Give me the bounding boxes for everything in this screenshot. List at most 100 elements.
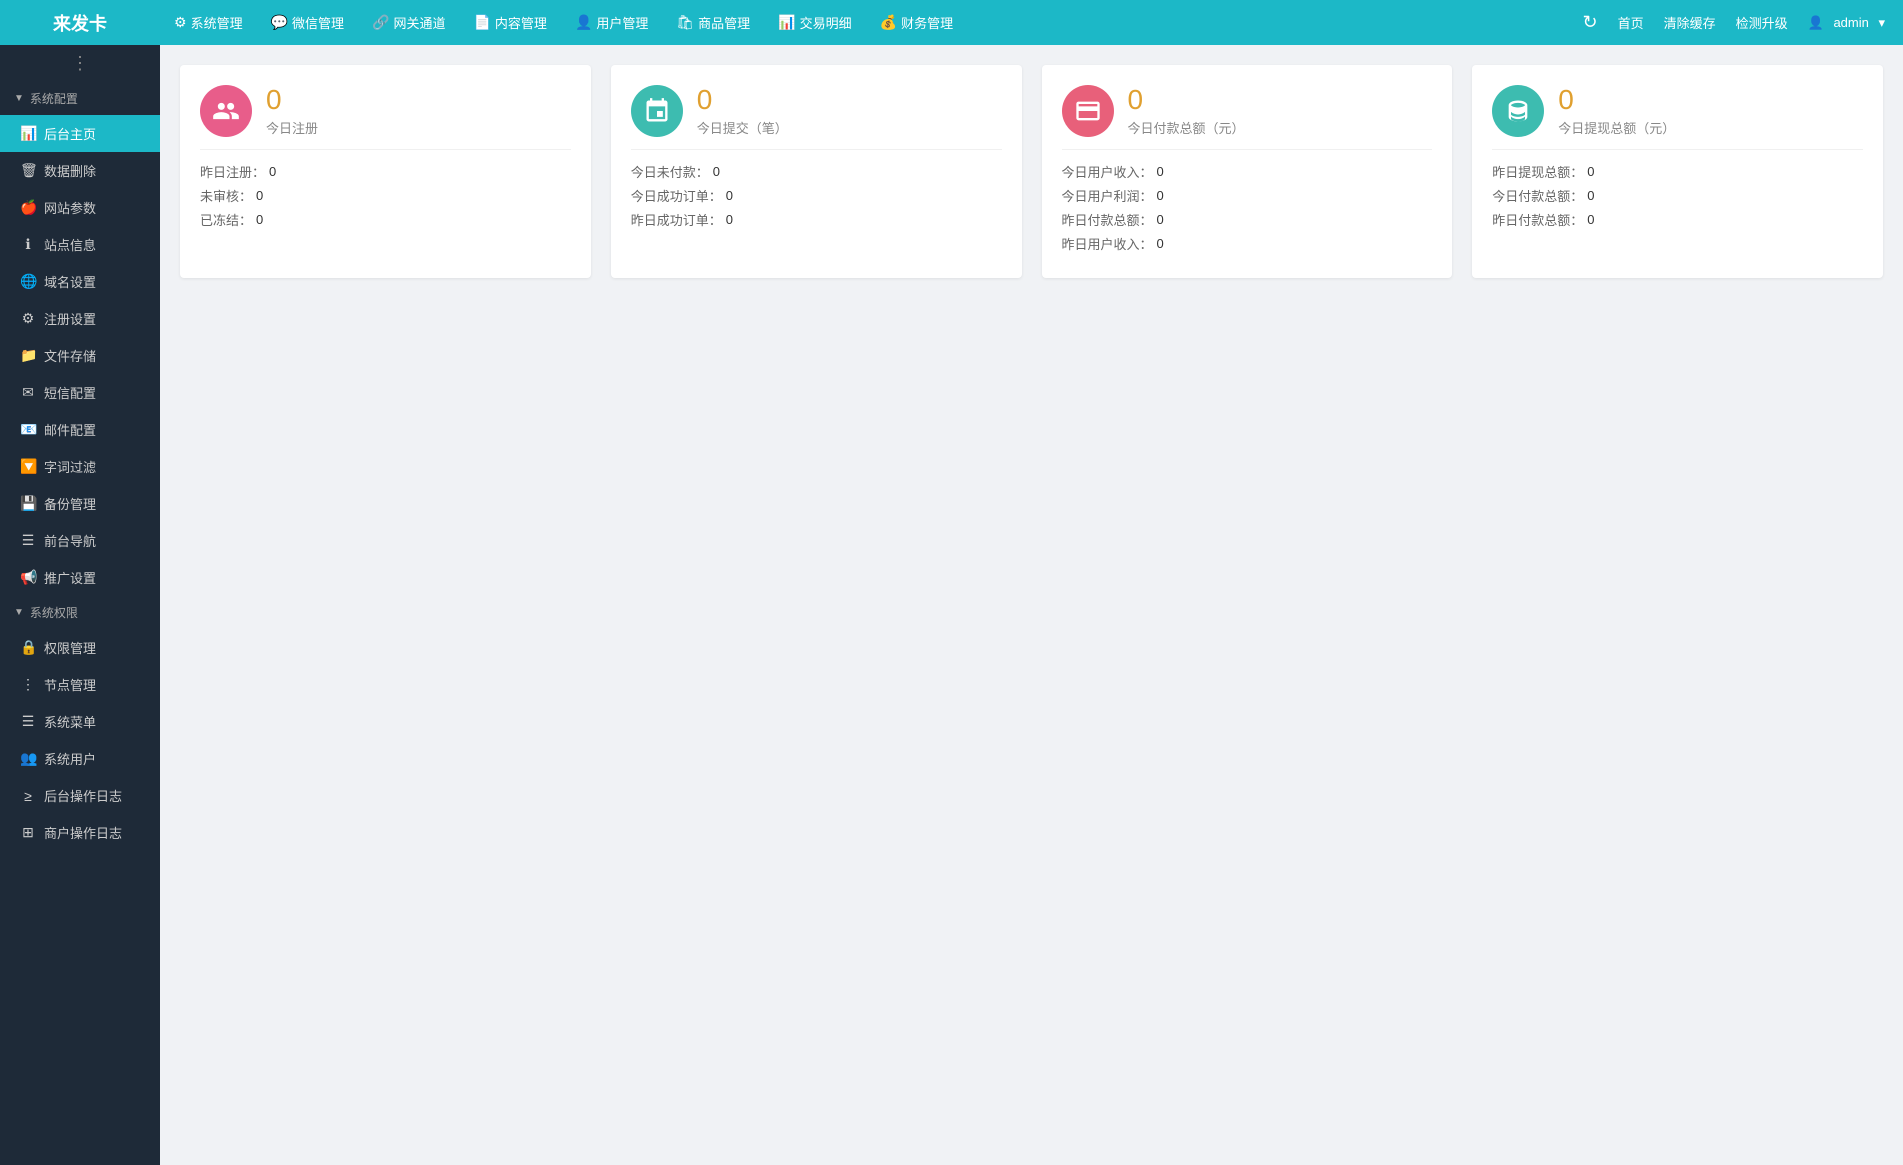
detail-label: 昨日付款总额： xyxy=(1062,210,1153,229)
sidebar-label-file-storage: 文件存储 xyxy=(44,346,96,365)
layout: ⋮ ▼ 系统配置 📊后台主页🗑数据删除🍎网站参数ℹ站点信息🌐域名设置⚙注册设置📁… xyxy=(0,45,1903,1165)
sidebar-label-backend-log: 后台操作日志 xyxy=(44,786,122,805)
nav-item-finance-mgmt[interactable]: 💰财务管理 xyxy=(866,0,967,45)
sidebar-label-promo-settings: 推广设置 xyxy=(44,568,96,587)
sidebar: ⋮ ▼ 系统配置 📊后台主页🗑数据删除🍎网站参数ℹ站点信息🌐域名设置⚙注册设置📁… xyxy=(0,45,160,1165)
nav-item-gateway[interactable]: 🔗网关通道 xyxy=(358,0,459,45)
detail-label: 今日用户收入： xyxy=(1062,162,1153,181)
sidebar-item-merchant-log[interactable]: ⊞商户操作日志 xyxy=(0,814,160,851)
sidebar-item-permission-mgmt[interactable]: 🔒权限管理 xyxy=(0,629,160,666)
sidebar-item-backend-log[interactable]: ≥后台操作日志 xyxy=(0,777,160,814)
detail-value: 0 xyxy=(1587,188,1594,203)
stat-count-today-payment: 0 xyxy=(1128,86,1245,114)
sidebar-item-word-filter[interactable]: 🔽字词过滤 xyxy=(0,448,160,485)
sidebar-label-sys-menu: 系统菜单 xyxy=(44,712,96,731)
stat-details-today-withdraw: 昨日提现总额： 0 今日付款总额： 0 昨日付款总额： 0 xyxy=(1492,162,1863,229)
stat-count-today-submit: 0 xyxy=(697,86,788,114)
sidebar-item-site-params[interactable]: 🍎网站参数 xyxy=(0,189,160,226)
detail-value: 0 xyxy=(1157,212,1164,227)
sidebar-item-sys-user[interactable]: 👥系统用户 xyxy=(0,740,160,777)
detail-row: 昨日提现总额： 0 xyxy=(1492,162,1863,181)
card-divider-today-withdraw xyxy=(1492,149,1863,150)
sidebar-label-front-nav: 前台导航 xyxy=(44,531,96,550)
nav-item-system-mgmt[interactable]: ⚙系统管理 xyxy=(160,0,257,45)
nav-items: ⚙系统管理💬微信管理🔗网关通道📄内容管理👤用户管理🛍商品管理📊交易明细💰财务管理 xyxy=(160,0,1564,45)
nav-label-user-mgmt: 用户管理 xyxy=(596,13,648,32)
sidebar-icon-sys-user: 👥 xyxy=(20,750,36,767)
sidebar-label-mail-config: 邮件配置 xyxy=(44,420,96,439)
nav-item-user-mgmt[interactable]: 👤用户管理 xyxy=(561,0,662,45)
nav-item-product-mgmt[interactable]: 🛍商品管理 xyxy=(662,0,764,45)
sidebar-group-sysperm[interactable]: ▼ 系统权限 xyxy=(0,596,160,629)
sidebar-item-promo-settings[interactable]: 📢推广设置 xyxy=(0,559,160,596)
sidebar-item-file-storage[interactable]: 📁文件存储 xyxy=(0,337,160,374)
sidebar-item-dashboard[interactable]: 📊后台主页 xyxy=(0,115,160,152)
sidebar-item-backup-mgmt[interactable]: 💾备份管理 xyxy=(0,485,160,522)
sidebar-item-sms-config[interactable]: ✉短信配置 xyxy=(0,374,160,411)
sidebar-label-node-mgmt: 节点管理 xyxy=(44,675,96,694)
detail-row: 已冻结： 0 xyxy=(200,210,571,229)
sidebar-item-node-mgmt[interactable]: ⋮节点管理 xyxy=(0,666,160,703)
detect-upgrade-button[interactable]: 检测升级 xyxy=(1730,9,1794,36)
detail-label: 昨日注册： xyxy=(200,162,265,181)
detail-row: 昨日付款总额： 0 xyxy=(1062,210,1433,229)
card-header-today-submit: 0 今日提交（笔） xyxy=(631,85,1002,137)
detail-value: 0 xyxy=(1587,212,1594,227)
detail-value: 0 xyxy=(269,164,276,179)
sidebar-item-domain-settings[interactable]: 🌐域名设置 xyxy=(0,263,160,300)
stat-title-today-payment: 今日付款总额（元） xyxy=(1128,118,1245,137)
detail-row: 昨日注册： 0 xyxy=(200,162,571,181)
sidebar-label-merchant-log: 商户操作日志 xyxy=(44,823,122,842)
detail-value: 0 xyxy=(1157,164,1164,179)
nav-icon-finance-mgmt: 💰 xyxy=(880,14,897,31)
sidebar-label-dashboard: 后台主页 xyxy=(44,124,96,143)
sidebar-dots[interactable]: ⋮ xyxy=(0,45,160,82)
nav-item-wechat-mgmt[interactable]: 💬微信管理 xyxy=(257,0,358,45)
stat-title-today-register: 今日注册 xyxy=(266,118,318,137)
detail-value: 0 xyxy=(1587,164,1594,179)
detail-value: 0 xyxy=(726,212,733,227)
arrow-icon-2: ▼ xyxy=(14,607,24,618)
main-content: 0 今日注册 昨日注册： 0 未审核： 0 已冻结： 0 0 今日提交（笔） xyxy=(160,45,1903,1165)
clear-cache-button[interactable]: 清除缓存 xyxy=(1658,9,1722,36)
stat-info-today-register: 0 今日注册 xyxy=(266,86,318,137)
sidebar-label-permission-mgmt: 权限管理 xyxy=(44,638,96,657)
sidebar-item-front-nav[interactable]: ☰前台导航 xyxy=(0,522,160,559)
stat-count-today-register: 0 xyxy=(266,86,318,114)
nav-item-transactions[interactable]: 📊交易明细 xyxy=(764,0,865,45)
group-label-sysperm: 系统权限 xyxy=(30,604,78,621)
detail-row: 今日成功订单： 0 xyxy=(631,186,1002,205)
detail-label: 昨日付款总额： xyxy=(1492,210,1583,229)
card-header-today-withdraw: 0 今日提现总额（元） xyxy=(1492,85,1863,137)
sidebar-icon-backup-mgmt: 💾 xyxy=(20,495,36,512)
sidebar-item-data-cleanup[interactable]: 🗑数据删除 xyxy=(0,152,160,189)
user-menu[interactable]: 👤 admin ▾ xyxy=(1802,11,1891,35)
nav-icon-transactions: 📊 xyxy=(778,14,795,31)
sidebar-item-mail-config[interactable]: 📧邮件配置 xyxy=(0,411,160,448)
stat-details-today-submit: 今日未付款： 0 今日成功订单： 0 昨日成功订单： 0 xyxy=(631,162,1002,229)
nav-label-gateway: 网关通道 xyxy=(393,13,445,32)
card-divider-today-submit xyxy=(631,149,1002,150)
detail-label: 昨日成功订单： xyxy=(631,210,722,229)
detail-row: 未审核： 0 xyxy=(200,186,571,205)
refresh-button[interactable]: ↻ xyxy=(1576,8,1603,37)
nav-label-wechat-mgmt: 微信管理 xyxy=(292,13,344,32)
cards-row: 0 今日注册 昨日注册： 0 未审核： 0 已冻结： 0 0 今日提交（笔） xyxy=(180,65,1883,278)
nav-icon-product-mgmt: 🛍 xyxy=(676,14,694,31)
home-link[interactable]: 首页 xyxy=(1612,9,1650,36)
detail-label: 未审核： xyxy=(200,186,252,205)
sidebar-icon-register-settings: ⚙ xyxy=(20,310,36,327)
sidebar-item-site-info[interactable]: ℹ站点信息 xyxy=(0,226,160,263)
sidebar-icon-word-filter: 🔽 xyxy=(20,458,36,475)
arrow-icon: ▼ xyxy=(14,93,24,104)
brand-logo: 来发卡 xyxy=(0,10,160,36)
sidebar-group-syscfg[interactable]: ▼ 系统配置 xyxy=(0,82,160,115)
detail-row: 昨日付款总额： 0 xyxy=(1492,210,1863,229)
sidebar-item-register-settings[interactable]: ⚙注册设置 xyxy=(0,300,160,337)
sidebar-icon-sys-menu: ☰ xyxy=(20,713,36,730)
sidebar-icon-domain-settings: 🌐 xyxy=(20,273,36,290)
sidebar-item-sys-menu[interactable]: ☰ 系统菜单 xyxy=(0,703,160,740)
card-header-today-register: 0 今日注册 xyxy=(200,85,571,137)
stat-icon-today-withdraw xyxy=(1492,85,1544,137)
nav-item-content-mgmt[interactable]: 📄内容管理 xyxy=(459,0,560,45)
